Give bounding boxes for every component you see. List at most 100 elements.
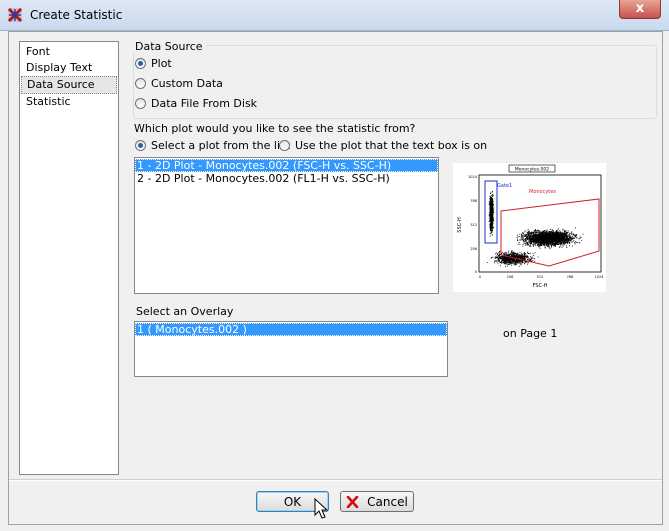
nav-item-data-source[interactable]: Data Source bbox=[21, 76, 117, 94]
scatter-point bbox=[575, 234, 577, 236]
scatter-point bbox=[574, 242, 576, 244]
overlay-list-item-1[interactable]: 1 ( Monocytes.002 ) bbox=[135, 323, 447, 336]
cancel-icon bbox=[346, 495, 359, 508]
scatter-point bbox=[520, 236, 522, 238]
radio-use-textbox-plot[interactable]: Use the plot that the text box is on bbox=[279, 139, 487, 152]
scatter-point bbox=[519, 236, 521, 238]
scatter-point bbox=[543, 237, 545, 239]
scatter-point bbox=[492, 219, 494, 221]
scatter-point bbox=[542, 244, 544, 246]
scatter-point bbox=[505, 251, 507, 253]
scatter-point bbox=[531, 256, 533, 258]
scatter-point bbox=[499, 262, 501, 263]
scatter-point bbox=[538, 240, 540, 242]
scatter-point bbox=[537, 231, 539, 233]
radio-custom-data-indicator[interactable] bbox=[135, 78, 146, 89]
scatter-point bbox=[490, 200, 491, 201]
scatter-point bbox=[557, 240, 559, 242]
scatter-point bbox=[534, 241, 536, 243]
scatter-point bbox=[571, 231, 573, 233]
scatter-point bbox=[497, 254, 498, 255]
scatter-point bbox=[491, 198, 493, 200]
scatter-point bbox=[521, 236, 523, 238]
title-bar[interactable]: Create Statistic x bbox=[0, 0, 669, 31]
nav-item-statistic[interactable]: Statistic bbox=[20, 94, 118, 110]
scatter-point bbox=[489, 205, 491, 207]
scatter-point bbox=[544, 241, 546, 243]
nav-item-font[interactable]: Font bbox=[20, 44, 118, 60]
scatter-point bbox=[511, 262, 513, 264]
scatter-point bbox=[489, 198, 491, 199]
scatter-point bbox=[532, 260, 534, 262]
scatter-point bbox=[524, 262, 526, 264]
radio-select-from-list[interactable]: Select a plot from the list bbox=[135, 139, 290, 152]
scatter-point bbox=[556, 234, 558, 235]
nav-item-display-text[interactable]: Display Text bbox=[20, 60, 118, 76]
radio-plot-indicator[interactable] bbox=[135, 58, 146, 69]
scatter-point bbox=[492, 216, 494, 218]
radio-data-file[interactable]: Data File From Disk bbox=[135, 97, 257, 110]
close-button[interactable]: x bbox=[619, 0, 661, 19]
scatter-point bbox=[489, 226, 491, 228]
radio-plot[interactable]: Plot bbox=[135, 57, 172, 70]
scatter-point bbox=[490, 227, 491, 229]
scatter-point bbox=[537, 233, 539, 235]
scatter-point bbox=[517, 261, 519, 263]
scatter-point bbox=[502, 257, 503, 259]
scatter-point bbox=[530, 244, 531, 246]
scatter-point bbox=[576, 237, 578, 239]
plot-listbox[interactable]: 1 - 2D Plot - Monocytes.002 (FSC-H vs. S… bbox=[134, 157, 439, 294]
category-list[interactable]: Font Display Text Data Source Statistic bbox=[19, 41, 119, 475]
scatter-point bbox=[518, 256, 520, 257]
scatter-point bbox=[542, 234, 544, 236]
scatter-point bbox=[562, 229, 564, 231]
scatter-point bbox=[543, 236, 545, 237]
xtick-0: 0 bbox=[479, 275, 481, 279]
scatter-point bbox=[522, 233, 524, 235]
scatter-point bbox=[513, 259, 515, 261]
scatter-point bbox=[548, 245, 549, 246]
scatter-point bbox=[570, 239, 572, 241]
scatter-point bbox=[560, 244, 562, 245]
scatter-point bbox=[569, 245, 570, 247]
radio-use-textbox-plot-indicator[interactable] bbox=[279, 140, 290, 151]
scatter-point bbox=[504, 261, 506, 262]
scatter-point bbox=[519, 233, 521, 235]
scatter-point bbox=[492, 214, 493, 216]
scatter-point bbox=[565, 233, 567, 235]
scatter-point bbox=[498, 260, 500, 262]
scatter-point bbox=[518, 263, 520, 264]
overlay-listbox[interactable]: 1 ( Monocytes.002 ) bbox=[134, 321, 448, 377]
scatter-point bbox=[513, 254, 514, 256]
plot-list-item-1[interactable]: 1 - 2D Plot - Monocytes.002 (FSC-H vs. S… bbox=[135, 159, 438, 172]
scatter-point bbox=[491, 201, 493, 203]
scatter-point bbox=[508, 263, 510, 265]
scatter-point bbox=[530, 234, 532, 236]
radio-custom-data[interactable]: Custom Data bbox=[135, 77, 223, 90]
scatter-point bbox=[541, 244, 543, 246]
scatter-point bbox=[582, 233, 584, 235]
scatter-point bbox=[510, 262, 512, 263]
radio-select-from-list-indicator[interactable] bbox=[135, 140, 146, 151]
scatter-point bbox=[530, 246, 532, 247]
scatter-point bbox=[571, 238, 573, 240]
scatter-point bbox=[505, 253, 507, 255]
scatter-point bbox=[568, 234, 570, 236]
scatter-point bbox=[530, 256, 532, 258]
scatter-point bbox=[566, 247, 568, 248]
scatter-point bbox=[509, 255, 510, 257]
scatter-point bbox=[517, 236, 519, 238]
scatter-point bbox=[560, 235, 562, 236]
scatter-point bbox=[525, 242, 527, 244]
scatter-point bbox=[541, 239, 543, 240]
scatter-point bbox=[529, 239, 531, 240]
scatter-point bbox=[549, 241, 551, 243]
scatter-point bbox=[533, 232, 534, 234]
scatter-point bbox=[527, 263, 528, 265]
radio-data-file-indicator[interactable] bbox=[135, 98, 146, 109]
scatter-point bbox=[504, 252, 506, 254]
plot-list-item-2[interactable]: 2 - 2D Plot - Monocytes.002 (FL1-H vs. S… bbox=[135, 172, 438, 185]
scatter-point bbox=[491, 218, 493, 220]
scatter-point bbox=[580, 236, 582, 238]
cancel-button[interactable]: Cancel bbox=[340, 491, 414, 512]
